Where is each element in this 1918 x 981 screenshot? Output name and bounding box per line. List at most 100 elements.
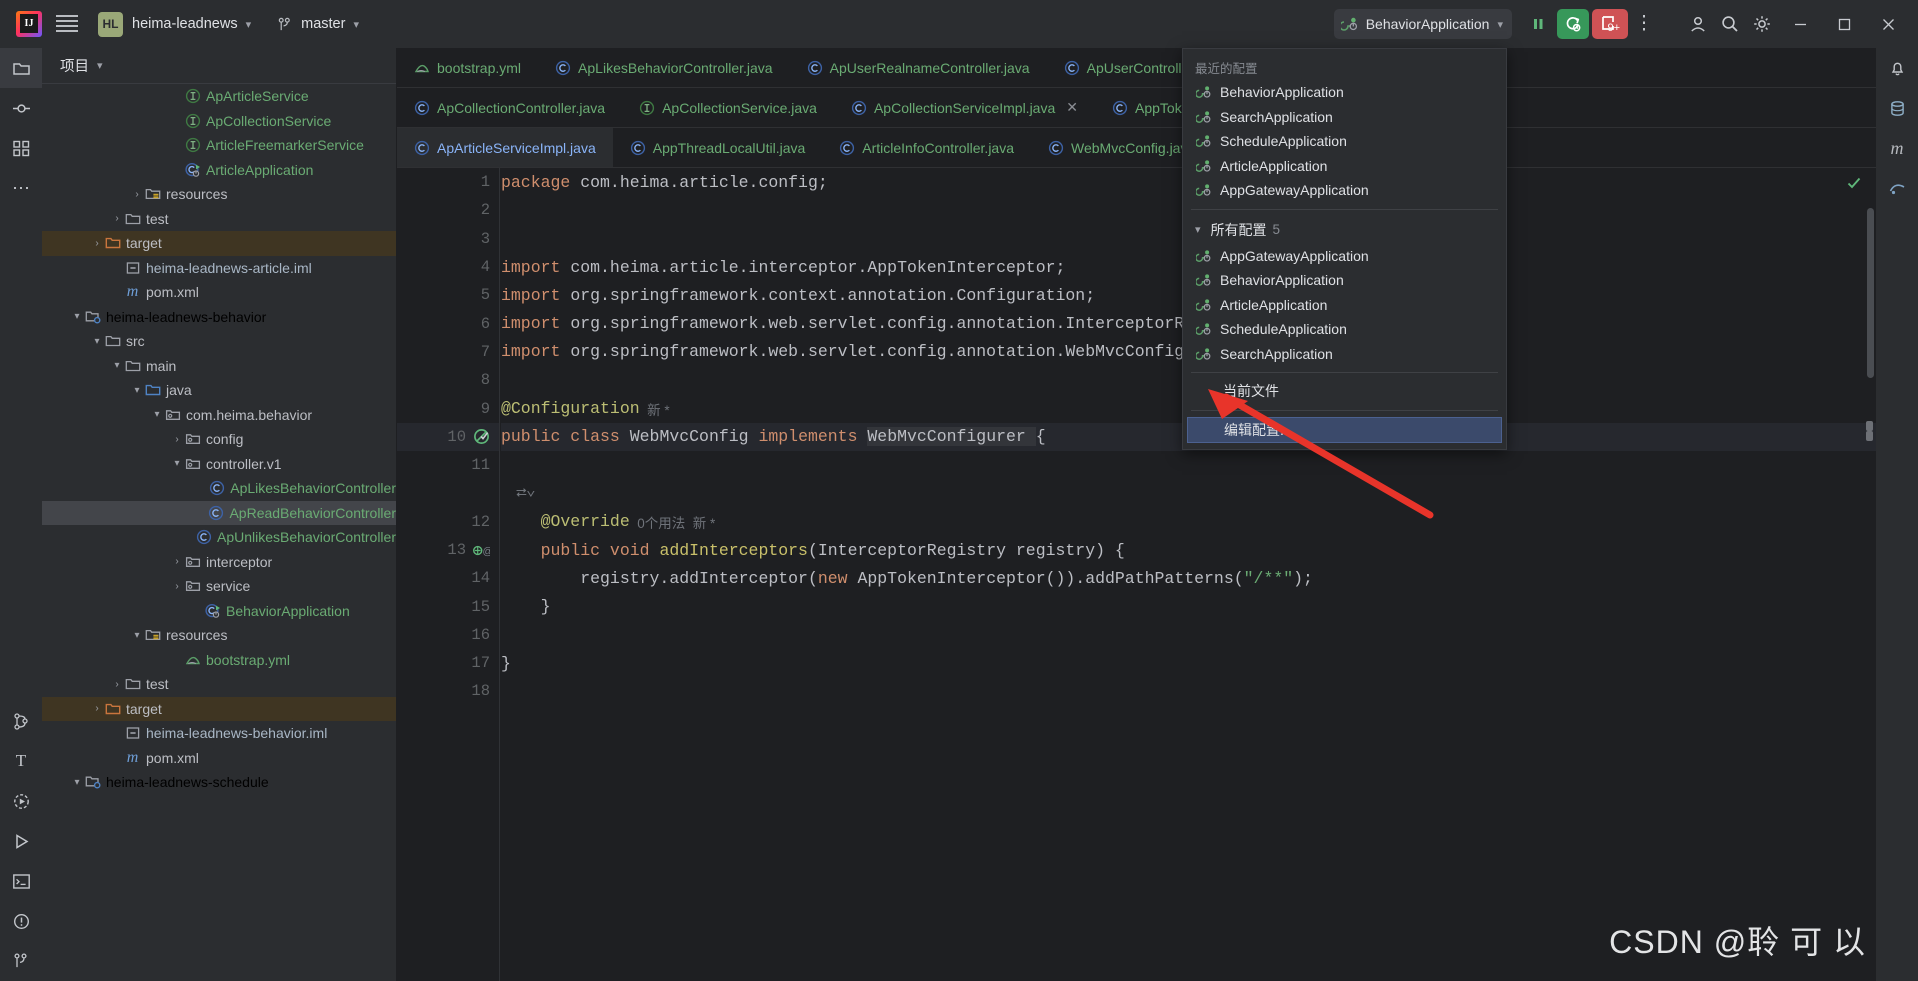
editor-tab[interactable]: ApArticleServiceImpl.java — [397, 128, 613, 167]
maximize-button[interactable] — [1822, 0, 1866, 48]
tree-row[interactable]: bootstrap.yml — [42, 648, 396, 673]
database-button[interactable] — [1876, 88, 1918, 128]
menu-item-run-config[interactable]: ArticleApplication — [1183, 154, 1506, 179]
menu-item-run-config[interactable]: AppGatewayApplication — [1183, 244, 1506, 269]
chevron-down-icon[interactable]: ▾ — [90, 334, 104, 348]
menu-item-run-config[interactable]: SearchApplication — [1183, 105, 1506, 130]
code-line[interactable]: registry.addInterceptor(new AppTokenInte… — [501, 564, 1876, 592]
menu-item-edit-configurations[interactable]: 编辑配置... — [1187, 416, 1502, 443]
code-line[interactable]: @Override 0个用法 新 * — [501, 508, 1876, 536]
tree-row[interactable]: › target — [42, 231, 396, 256]
chevron-right-icon[interactable]: › — [110, 677, 124, 691]
editor-tab[interactable]: ArticleInfoController.java — [822, 128, 1031, 167]
tree-row[interactable]: ApArticleService — [42, 84, 396, 109]
tree-row[interactable]: ▾ com.heima.behavior — [42, 403, 396, 428]
search-everywhere-button[interactable] — [1714, 9, 1746, 39]
tree-row[interactable]: ApCollectionService — [42, 109, 396, 134]
chevron-right-icon[interactable]: › — [170, 432, 184, 446]
sidebar-item-todo[interactable]: T — [0, 741, 42, 781]
tree-row[interactable]: ▾ java — [42, 378, 396, 403]
menu-item-run-config[interactable]: SearchApplication — [1183, 342, 1506, 367]
run-class-icon[interactable] — [473, 428, 490, 445]
menu-item-current-file[interactable]: 当前文件 — [1183, 379, 1506, 404]
editor-tab[interactable]: bootstrap.yml — [397, 48, 538, 87]
code-line[interactable]: ⮂∨ — [501, 479, 1876, 507]
inspection-ok-icon[interactable] — [1846, 175, 1862, 191]
editor-gutter[interactable]: 12345678910 111213 @ 1415161718 — [397, 168, 500, 981]
editor-tab[interactable]: ApCollectionServiceImpl.java ✕ — [834, 88, 1095, 127]
project-file-tree[interactable]: ApArticleService ApCollectionService Art… — [42, 84, 396, 981]
menu-item-run-config[interactable]: BehaviorApplication — [1183, 80, 1506, 105]
editor-tab[interactable]: ApCollectionController.java — [397, 88, 622, 127]
chevron-right-icon[interactable]: › — [170, 555, 184, 569]
chevron-down-icon[interactable]: ▾ — [246, 18, 252, 31]
sidebar-item-structure[interactable] — [0, 128, 42, 168]
close-button[interactable] — [1866, 0, 1910, 48]
override-icon[interactable]: @ — [473, 542, 490, 559]
tree-row[interactable]: › service — [42, 574, 396, 599]
tree-row[interactable]: ▾ heima-leadnews-behavior — [42, 305, 396, 330]
hamburger-menu-icon[interactable] — [56, 15, 78, 33]
tree-row[interactable]: heima-leadnews-article.iml — [42, 256, 396, 281]
branch-selector[interactable]: master ▾ — [277, 16, 359, 33]
project-name[interactable]: heima-leadnews — [132, 16, 238, 32]
tree-row[interactable]: ArticleFreemarkerService — [42, 133, 396, 158]
tree-row[interactable]: m pom.xml — [42, 746, 396, 771]
more-actions-button[interactable]: ⋮ — [1628, 9, 1660, 39]
editor-tab[interactable]: ApUserRealnameController.java — [790, 48, 1047, 87]
chevron-down-icon[interactable]: ▾ — [70, 775, 84, 789]
code-line[interactable]: } — [501, 649, 1876, 677]
tree-row[interactable]: ApLikesBehaviorController — [42, 476, 396, 501]
chevron-down-icon[interactable]: ▾ — [70, 310, 84, 324]
chevron-down-icon[interactable]: ▾ — [130, 628, 144, 642]
tree-row[interactable]: ▾ main — [42, 354, 396, 379]
close-icon[interactable]: ✕ — [1066, 99, 1078, 116]
tree-row[interactable]: › config — [42, 427, 396, 452]
chevron-down-icon[interactable]: ▾ — [110, 359, 124, 373]
tree-row[interactable]: BehaviorApplication — [42, 599, 396, 624]
tree-row[interactable]: heima-leadnews-behavior.iml — [42, 721, 396, 746]
tree-row[interactable]: ▾ controller.v1 — [42, 452, 396, 477]
chevron-right-icon[interactable]: › — [170, 579, 184, 593]
chevron-right-icon[interactable]: › — [110, 212, 124, 226]
chevron-right-icon[interactable]: › — [90, 236, 104, 250]
minimize-button[interactable] — [1778, 0, 1822, 48]
sidebar-item-git[interactable] — [0, 941, 42, 981]
maven-button[interactable]: m — [1876, 128, 1918, 168]
tree-row[interactable]: › resources — [42, 182, 396, 207]
editor-tab[interactable]: ApLikesBehaviorController.java — [538, 48, 790, 87]
code-line[interactable] — [501, 621, 1876, 649]
menu-item-run-config[interactable]: ScheduleApplication — [1183, 317, 1506, 342]
stop-all-button[interactable]: 9+ — [1592, 9, 1628, 39]
tree-row[interactable]: ArticleApplication — [42, 158, 396, 183]
tree-row[interactable]: ▾ heima-leadnews-schedule — [42, 770, 396, 795]
chevron-down-icon[interactable]: ▾ — [170, 457, 184, 471]
run-configuration-selector[interactable]: BehaviorApplication ▾ — [1333, 9, 1512, 39]
sidebar-item-run[interactable] — [0, 821, 42, 861]
sidebar-item-terminal[interactable] — [0, 861, 42, 901]
all-configs-header[interactable]: ▾ 所有配置 5 — [1183, 216, 1506, 244]
tree-row[interactable]: m pom.xml — [42, 280, 396, 305]
code-line[interactable] — [501, 451, 1876, 479]
chevron-right-icon[interactable]: › — [130, 187, 144, 201]
menu-item-run-config[interactable]: ScheduleApplication — [1183, 129, 1506, 154]
chevron-down-icon[interactable]: ▾ — [130, 383, 144, 397]
project-pane-header[interactable]: 项目 ▾ — [42, 48, 396, 84]
code-line[interactable]: } — [501, 592, 1876, 620]
chevron-right-icon[interactable]: › — [90, 702, 104, 716]
tree-row[interactable]: ▾ src — [42, 329, 396, 354]
account-button[interactable] — [1682, 9, 1714, 39]
sidebar-item-project[interactable] — [0, 48, 42, 88]
tree-row[interactable]: ▾ resources — [42, 623, 396, 648]
menu-item-run-config[interactable]: ArticleApplication — [1183, 293, 1506, 318]
debug-rerun-button[interactable] — [1557, 9, 1589, 39]
tree-row[interactable]: › test — [42, 207, 396, 232]
sidebar-item-problems[interactable] — [0, 901, 42, 941]
tree-row[interactable]: › test — [42, 672, 396, 697]
code-line[interactable]: public void addInterceptors (InterceptorR… — [501, 536, 1876, 564]
tree-row[interactable]: › interceptor — [42, 550, 396, 575]
sidebar-item-more[interactable]: ⋯ — [0, 168, 42, 208]
pause-button[interactable] — [1522, 9, 1554, 39]
run-configuration-popup[interactable]: 最近的配置 BehaviorApplication SearchApplicat… — [1182, 48, 1507, 450]
notifications-button[interactable] — [1876, 48, 1918, 88]
